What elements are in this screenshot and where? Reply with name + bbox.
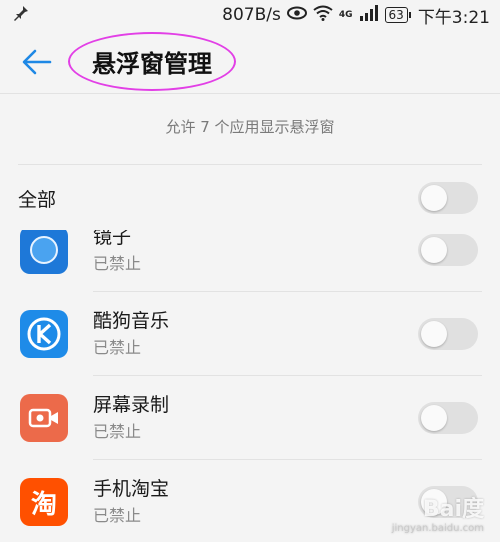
baidu-watermark: Bai度 jingyan.baidu.com	[392, 491, 484, 534]
toggle-knob	[421, 321, 447, 347]
clock: 下午3:21	[417, 7, 490, 28]
app-text: 酷狗音乐 已禁止	[93, 308, 418, 360]
app-text: 屏幕录制 已禁止	[93, 392, 418, 444]
toggle-knob	[421, 405, 447, 431]
status-right: 807B/s 4G 63 下午3:21	[222, 3, 490, 28]
kugou-music-app-icon	[20, 310, 68, 358]
page-title: 悬浮窗管理	[92, 50, 212, 78]
screen-record-app-icon	[20, 394, 68, 442]
network-type: 4G	[338, 10, 353, 20]
signal-icon	[359, 4, 379, 26]
wifi-icon	[313, 5, 333, 26]
eye-icon	[286, 5, 307, 25]
all-apps-toggle[interactable]	[418, 182, 478, 214]
app-header: 悬浮窗管理	[0, 30, 500, 94]
battery-indicator: 63	[384, 7, 412, 23]
toggle-knob	[421, 185, 447, 211]
kugou-toggle[interactable]	[418, 318, 478, 350]
app-status: 已禁止	[93, 338, 142, 357]
taobao-app-icon: 淘	[20, 478, 68, 526]
watermark-site: jingyan.baidu.com	[391, 523, 484, 534]
all-apps-label: 全部	[18, 188, 57, 211]
mirror-app-icon	[20, 230, 68, 274]
app-status: 已禁止	[93, 422, 142, 441]
status-left	[12, 4, 222, 27]
app-row-mirror[interactable]: 镜子 已禁止	[0, 230, 500, 292]
app-name: 镜子	[93, 230, 132, 248]
app-text: 镜子 已禁止	[93, 230, 418, 276]
app-status: 已禁止	[93, 506, 142, 525]
app-name: 酷狗音乐	[93, 310, 170, 332]
screen-record-toggle[interactable]	[418, 402, 478, 434]
back-arrow-icon	[22, 49, 52, 74]
pin-icon	[12, 4, 30, 27]
all-apps-row[interactable]: 全部	[0, 166, 500, 230]
app-status: 已禁止	[93, 254, 142, 273]
watermark-brand: Bai度	[422, 497, 484, 522]
app-name: 手机淘宝	[93, 478, 170, 500]
toggle-knob	[421, 237, 447, 263]
app-row-kugou[interactable]: 酷狗音乐 已禁止	[0, 292, 500, 376]
screen: 807B/s 4G 63 下午3:21 悬浮窗管理 允许 7 个应用显示悬浮窗 …	[0, 0, 500, 542]
back-button[interactable]	[10, 37, 64, 87]
allowed-count-summary: 允许 7 个应用显示悬浮窗	[165, 118, 335, 136]
app-row-screen-record[interactable]: 屏幕录制 已禁止	[0, 376, 500, 460]
title-highlight-ring: 悬浮窗管理	[68, 32, 236, 91]
app-name: 屏幕录制	[93, 394, 170, 416]
summary-divider	[18, 164, 482, 165]
app-text: 手机淘宝 已禁止	[93, 476, 418, 528]
network-speed: 807B/s	[222, 5, 281, 25]
status-bar: 807B/s 4G 63 下午3:21	[0, 0, 500, 30]
mirror-toggle[interactable]	[418, 234, 478, 266]
